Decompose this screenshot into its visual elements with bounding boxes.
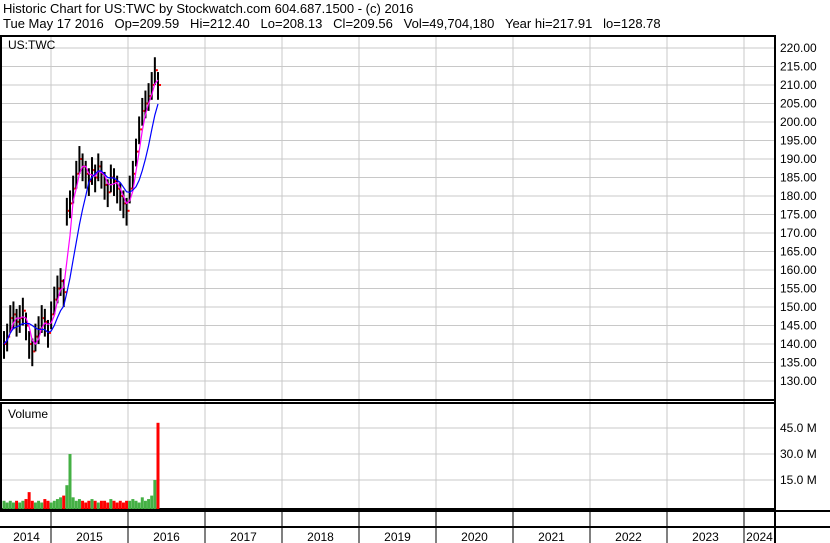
- volume-bar: [37, 500, 41, 509]
- volume-bar: [125, 500, 129, 509]
- volume-bar: [40, 502, 44, 509]
- short-moving-average: [3, 79, 159, 346]
- volume-bar: [62, 495, 66, 509]
- price-tick-label: 135.00: [780, 356, 817, 370]
- volume-bar: [131, 499, 135, 509]
- price-tick-label: 215.00: [780, 60, 817, 74]
- volume-bar: [87, 500, 91, 509]
- volume-panel-frame: [0, 402, 776, 510]
- year-label: 2018: [307, 530, 334, 543]
- volume-bar: [143, 500, 147, 509]
- volume-bar: [109, 499, 113, 509]
- volume-bar: [68, 454, 72, 509]
- volume-bar: [84, 502, 88, 509]
- volume-tick-label: 30.0 M: [780, 447, 817, 461]
- price-tick-label: 140.00: [780, 337, 817, 351]
- chart-svg: 220.00 215.00 210.00 205.00 200.00 195.00 190.…: [0, 35, 830, 543]
- stock-chart: Historic Chart for US:TWC by Stockwatch.…: [0, 0, 830, 543]
- volume-bar: [156, 422, 160, 509]
- volume-bar: [112, 500, 116, 509]
- volume-bar: [5, 502, 9, 509]
- volume-tick-label: 45.0 M: [780, 421, 817, 435]
- volume-bar: [65, 485, 69, 509]
- year-label: 2021: [538, 530, 565, 543]
- volume-tick-label: 15.0 M: [780, 473, 817, 487]
- price-tick-label: 220.00: [780, 41, 817, 55]
- volume-bar: [11, 502, 15, 509]
- volume-bar: [43, 499, 47, 509]
- close-tick: [155, 69, 158, 72]
- year-label: 2022: [615, 530, 642, 543]
- volume-bar: [8, 500, 12, 509]
- volume-bar: [24, 499, 28, 509]
- volume-bar: [118, 500, 122, 509]
- volume-bar: [115, 502, 119, 509]
- year-label: 2019: [384, 530, 411, 543]
- close-tick: [159, 84, 161, 86]
- volume-bar: [99, 500, 103, 509]
- price-tick-label: 170.00: [780, 226, 817, 240]
- price-tick-label: 210.00: [780, 78, 817, 92]
- price-tick-label: 190.00: [780, 152, 817, 166]
- year-label: 2016: [153, 530, 180, 543]
- volume-bar: [121, 502, 125, 509]
- price-tick-label: 165.00: [780, 245, 817, 259]
- volume-bar: [15, 500, 19, 509]
- volume-bar: [59, 497, 63, 509]
- volume-bar: [27, 492, 31, 509]
- price-tick-label: 155.00: [780, 282, 817, 296]
- price-tick-label: 175.00: [780, 208, 817, 222]
- volume-bar: [106, 502, 110, 509]
- price-tick-label: 200.00: [780, 115, 817, 129]
- volume-bar: [71, 497, 75, 509]
- price-tick-label: 160.00: [780, 263, 817, 277]
- price-tick-label: 195.00: [780, 134, 817, 148]
- volume-bar: [55, 499, 59, 509]
- volume-bar: [103, 500, 107, 509]
- volume-bar: [150, 495, 154, 509]
- price-tick-label: 130.00: [780, 374, 817, 388]
- volume-bar: [21, 500, 25, 509]
- volume-bar: [74, 500, 78, 509]
- year-label: 2024: [746, 530, 773, 543]
- volume-bar: [49, 502, 53, 509]
- close-tick: [127, 209, 130, 212]
- volume-bar: [153, 480, 157, 509]
- year-label: 2014: [13, 530, 40, 543]
- volume-bar: [52, 500, 56, 509]
- volume-bar: [77, 499, 81, 509]
- symbol-label: US:TWC: [8, 38, 56, 52]
- volume-bar: [18, 502, 22, 509]
- volume-bar: [96, 502, 100, 509]
- price-tick-label: 180.00: [780, 189, 817, 203]
- volume-bar: [134, 500, 138, 509]
- year-label: 2015: [76, 530, 103, 543]
- volume-bar: [30, 500, 34, 509]
- volume-bar: [33, 502, 37, 509]
- price-tick-label: 205.00: [780, 97, 817, 111]
- volume-bar: [81, 500, 85, 509]
- volume-bar: [90, 499, 94, 509]
- volume-label: Volume: [8, 407, 48, 421]
- volume-bar: [93, 500, 97, 509]
- close-tick: [23, 309, 26, 312]
- year-label: 2020: [461, 530, 488, 543]
- price-panel-frame: [0, 35, 776, 401]
- volume-bar: [147, 499, 151, 509]
- year-label: 2017: [230, 530, 257, 543]
- price-tick-label: 150.00: [780, 300, 817, 314]
- volume-bar: [140, 497, 144, 509]
- price-tick-label: 145.00: [780, 319, 817, 333]
- volume-bar: [137, 502, 141, 509]
- volume-bar: [2, 500, 6, 509]
- long-moving-average: [3, 103, 159, 345]
- price-tick-label: 185.00: [780, 171, 817, 185]
- volume-bar: [128, 500, 132, 509]
- year-label: 2023: [692, 530, 719, 543]
- volume-bar: [46, 500, 50, 509]
